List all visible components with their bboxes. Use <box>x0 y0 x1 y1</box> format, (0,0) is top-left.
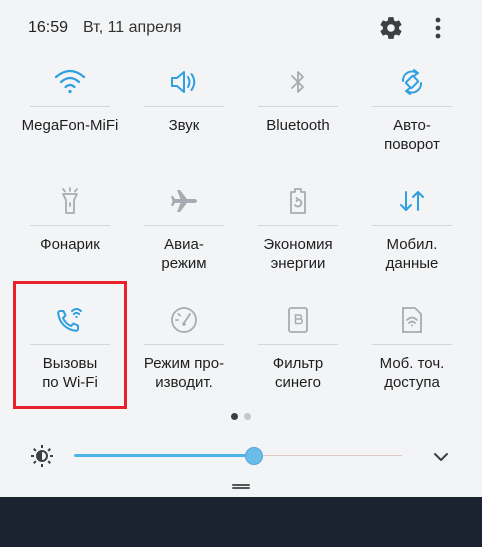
page-indicator <box>228 413 254 421</box>
page-dot-active <box>231 413 238 420</box>
tile-mobile-data[interactable]: Мобил. данные <box>356 175 468 293</box>
tile-divider <box>258 225 338 226</box>
tile-label: Bluetooth <box>266 117 330 134</box>
quick-settings-panel: 16:59 Вт, 11 апреля MegaFon-MiFi Звук Bl… <box>0 0 482 497</box>
tile-airplane-mode[interactable]: Авиа- режим <box>128 175 240 293</box>
slider-thumb[interactable] <box>245 447 263 465</box>
tile-divider <box>258 106 338 107</box>
sound-icon <box>164 64 204 100</box>
mobile-hotspot-icon <box>392 302 432 338</box>
clock: 16:59 <box>28 19 69 36</box>
tile-flashlight[interactable]: Фонарик <box>14 175 126 293</box>
wifi-icon <box>50 64 90 100</box>
gear-icon[interactable] <box>378 15 404 41</box>
auto-rotate-icon <box>392 64 432 100</box>
page-dot <box>244 413 251 420</box>
flashlight-icon <box>50 183 90 219</box>
tile-sound[interactable]: Звук <box>128 56 240 174</box>
tile-performance-mode[interactable]: Режим про- изводит. <box>128 294 240 412</box>
blue-light-filter-icon <box>278 302 318 338</box>
status-bar: 16:59 Вт, 11 апреля <box>0 0 482 56</box>
power-saving-icon <box>278 183 318 219</box>
tile-power-saving[interactable]: Экономия энергии <box>242 175 354 293</box>
tile-divider <box>144 344 224 345</box>
tile-label: Экономия энергии <box>263 236 333 272</box>
tile-label: Фильтр синего <box>272 355 324 391</box>
airplane-icon <box>164 183 204 219</box>
tile-bluetooth[interactable]: Bluetooth <box>242 56 354 174</box>
tile-divider <box>372 225 452 226</box>
tile-label: Фонарик <box>40 236 100 253</box>
tile-divider <box>372 106 452 107</box>
tile-divider <box>258 344 338 345</box>
tile-divider <box>372 344 452 345</box>
brightness-icon <box>30 444 54 468</box>
tile-label: Моб. точ. доступа <box>379 355 445 391</box>
drag-handle[interactable] <box>232 484 250 489</box>
slider-track <box>254 455 402 456</box>
tile-divider <box>144 225 224 226</box>
tile-wifi[interactable]: MegaFon-MiFi <box>14 56 126 174</box>
tile-label: Режим про- изводит. <box>143 355 225 391</box>
tile-auto-rotate[interactable]: Авто- поворот <box>356 56 468 174</box>
performance-mode-icon <box>164 302 204 338</box>
chevron-down-icon[interactable] <box>430 446 452 468</box>
date-label: Вт, 11 апреля <box>83 19 182 36</box>
brightness-slider[interactable] <box>74 447 402 465</box>
tile-label: MegaFon-MiFi <box>21 117 119 134</box>
more-options-icon[interactable] <box>428 15 448 41</box>
tile-divider <box>30 225 110 226</box>
tile-label: Авто- поворот <box>384 117 440 153</box>
mobile-data-icon <box>392 183 432 219</box>
tile-label: Звук <box>168 117 200 134</box>
tile-blue-light-filter[interactable]: Фильтр синего <box>242 294 354 412</box>
tile-label: Мобил. данные <box>385 236 439 272</box>
slider-track-filled <box>74 454 254 457</box>
tile-mobile-hotspot[interactable]: Моб. точ. доступа <box>356 294 468 412</box>
tile-label: Авиа- режим <box>161 236 207 272</box>
highlight-frame <box>13 281 127 409</box>
tile-divider <box>30 106 110 107</box>
bluetooth-icon <box>278 64 318 100</box>
tile-divider <box>144 106 224 107</box>
